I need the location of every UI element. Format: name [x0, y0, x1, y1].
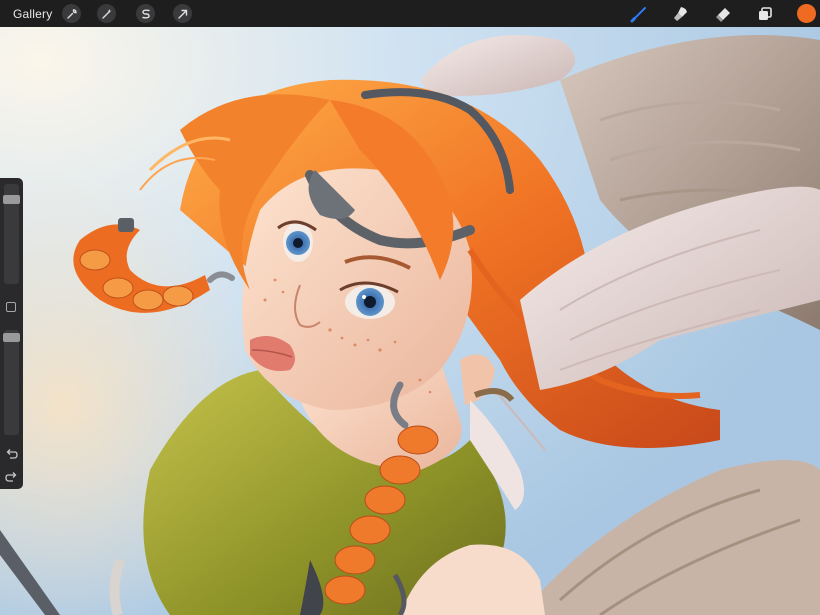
gallery-button[interactable]: Gallery — [13, 7, 52, 21]
eraser-icon — [716, 8, 730, 22]
brush-opacity-slider[interactable] — [3, 330, 20, 435]
redo-icon[interactable] — [5, 470, 18, 483]
actions-button[interactable] — [62, 4, 81, 23]
artwork-canvas[interactable] — [0, 0, 820, 615]
eraser-button[interactable] — [713, 3, 735, 25]
smudge-button[interactable] — [670, 3, 692, 25]
adjustments-button[interactable] — [97, 4, 116, 23]
smudge-icon — [674, 7, 687, 21]
magic-wand-icon — [101, 8, 111, 19]
undo-icon[interactable] — [5, 447, 18, 460]
color-picker-button[interactable] — [797, 4, 816, 23]
layers-icon — [759, 7, 772, 20]
brush-icon — [630, 7, 646, 23]
transform-button[interactable] — [173, 4, 192, 23]
modify-button[interactable] — [6, 302, 16, 312]
selection-icon — [141, 9, 150, 18]
wrench-icon — [66, 8, 77, 19]
brush-opacity-slider-thumb[interactable] — [3, 333, 20, 342]
transform-arrow-icon — [177, 9, 187, 19]
top-toolbar: Gallery — [0, 0, 820, 27]
left-sidebar — [0, 178, 23, 489]
layers-button[interactable] — [754, 3, 776, 25]
brush-size-slider-thumb[interactable] — [3, 195, 20, 204]
brush-size-slider[interactable] — [3, 184, 20, 284]
brush-button[interactable] — [628, 3, 650, 25]
selection-button[interactable] — [136, 4, 155, 23]
